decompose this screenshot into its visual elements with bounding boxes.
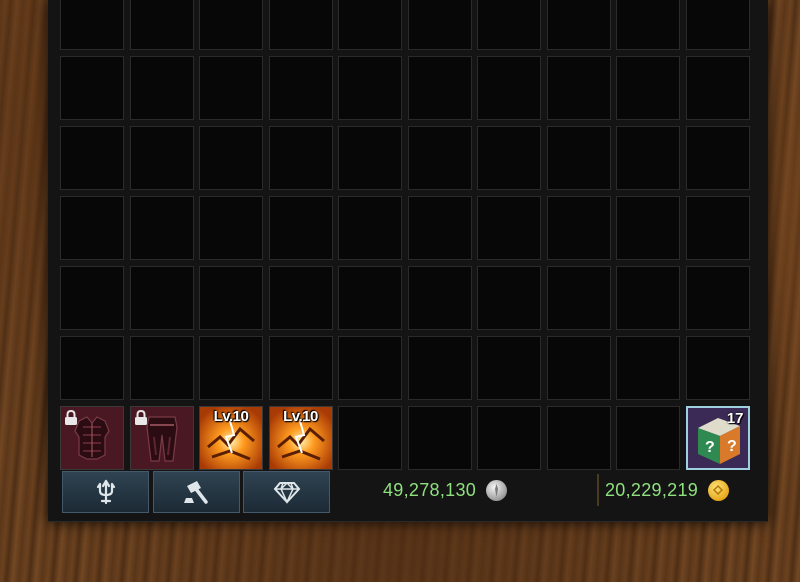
inventory-slot-empty[interactable] [129,196,194,260]
inventory-slot-armor-chest[interactable] [60,406,124,470]
silver-currency: 49,278,130 [383,480,508,501]
inventory-slot-empty[interactable] [60,266,124,330]
inventory-slot-empty[interactable] [60,196,124,260]
currency-divider [597,474,599,506]
inventory-slot-mystery-box[interactable]: ?? 17 [685,406,750,470]
inventory-slot-empty[interactable] [685,0,750,50]
inventory-slot-empty[interactable] [268,56,333,120]
diamond-icon [273,481,300,504]
inventory-slot-empty[interactable] [477,0,541,50]
inventory-slot-empty[interactable] [60,56,124,120]
item-level: Lv.10 [213,408,249,425]
inventory-slot-empty[interactable] [407,56,472,120]
inventory-slot-empty[interactable] [338,336,402,400]
inventory-slot-empty[interactable] [407,0,472,50]
inventory-slot-empty[interactable] [546,406,611,470]
inventory-slot-empty[interactable] [129,126,194,190]
inventory-slot-empty[interactable] [338,56,402,120]
inventory-slot-empty[interactable] [616,336,680,400]
inventory-slot-fire-rune[interactable]: Lv.10 [199,406,263,470]
inventory-slot-empty[interactable] [546,0,611,50]
inventory-slot-empty[interactable] [546,56,611,120]
lock-icon [65,410,77,425]
inventory-slot-empty[interactable] [616,0,680,50]
gold-amount: 20,229,219 [605,480,699,500]
inventory-slot-empty[interactable] [338,0,402,50]
inventory-slot-empty[interactable] [129,336,194,400]
inventory-slot-fire-rune[interactable]: Lv.10 [268,406,333,470]
inventory-slot-empty[interactable] [616,266,680,330]
inventory-slot-empty[interactable] [60,336,124,400]
inventory-slot-empty[interactable] [338,196,402,260]
inventory-slot-empty[interactable] [685,196,750,260]
inventory-slot-empty[interactable] [477,336,541,400]
lock-icon [134,410,147,425]
inventory-slot-empty[interactable] [407,196,472,260]
inventory-slot-empty[interactable] [616,196,680,260]
silver-amount: 49,278,130 [383,480,477,500]
inventory-panel: Lv.10 Lv.10?? 17 49,278,130 20,229,219 [48,0,768,522]
inventory-slot-empty[interactable] [199,0,263,50]
inventory-slot-empty[interactable] [477,266,541,330]
inventory-slot-empty[interactable] [546,336,611,400]
inventory-slot-empty[interactable] [129,266,194,330]
inventory-grid: Lv.10 Lv.10?? 17 [60,0,750,470]
inventory-slot-empty[interactable] [199,266,263,330]
inventory-slot-empty[interactable] [60,0,124,50]
gem-button[interactable] [243,471,330,513]
inventory-slot-empty[interactable] [685,126,750,190]
inventory-slot-empty[interactable] [199,56,263,120]
inventory-slot-empty[interactable] [199,196,263,260]
item-level: Lv.10 [283,408,318,425]
inventory-slot-empty[interactable] [129,0,194,50]
inventory-slot-empty[interactable] [199,126,263,190]
inventory-slot-empty[interactable] [616,56,680,120]
inventory-slot-empty[interactable] [477,126,541,190]
inventory-slot-empty[interactable] [407,336,472,400]
inventory-slot-empty[interactable] [616,126,680,190]
inventory-slot-empty[interactable] [268,336,333,400]
inventory-slot-empty[interactable] [546,266,611,330]
inventory-slot-empty[interactable] [546,196,611,260]
gold-coin-icon [708,480,730,501]
inventory-slot-empty[interactable] [685,336,750,400]
inventory-slot-empty[interactable] [268,126,333,190]
inventory-slot-empty[interactable] [616,406,680,470]
hammer-icon [183,481,208,504]
inventory-slot-empty[interactable] [338,126,402,190]
inventory-slot-empty[interactable] [477,406,541,470]
inventory-slot-empty[interactable] [60,126,124,190]
inventory-slot-armor-legs[interactable] [129,406,194,470]
inventory-slot-empty[interactable] [268,196,333,260]
silver-coin-icon [486,480,508,501]
inventory-slot-empty[interactable] [338,266,402,330]
inventory-slot-empty[interactable] [199,336,263,400]
svg-text:?: ? [705,439,715,456]
inventory-slot-empty[interactable] [268,0,333,50]
inventory-slot-empty[interactable] [338,406,402,470]
inventory-slot-empty[interactable] [407,266,472,330]
inventory-slot-empty[interactable] [546,126,611,190]
trident-icon [96,479,115,505]
inventory-slot-empty[interactable] [268,266,333,330]
inventory-slot-empty[interactable] [129,56,194,120]
item-count: 17 [726,410,744,427]
inventory-slot-empty[interactable] [407,126,472,190]
inventory-slot-empty[interactable] [407,406,472,470]
trident-button[interactable] [62,471,149,513]
svg-text:?: ? [727,438,737,455]
gold-currency: 20,229,219 [605,480,730,501]
inventory-slot-empty[interactable] [685,266,750,330]
inventory-slot-empty[interactable] [685,56,750,120]
disassemble-button[interactable] [153,471,240,513]
inventory-slot-empty[interactable] [477,56,541,120]
inventory-slot-empty[interactable] [477,196,541,260]
